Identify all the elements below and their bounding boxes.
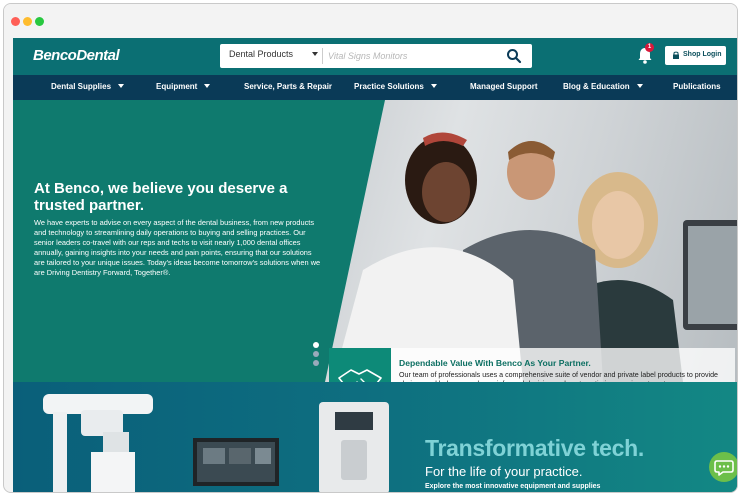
promo-tagline[interactable]: Explore the most innovative equipment an… <box>425 483 600 490</box>
minimize-window-button[interactable] <box>23 17 32 26</box>
search-icon[interactable] <box>506 48 522 64</box>
notifications-button[interactable]: 1 <box>636 43 654 65</box>
nav-label: Managed Support <box>470 82 538 91</box>
search-category-select[interactable]: Dental Products <box>229 49 293 59</box>
nav-label: Dental Supplies <box>51 82 112 91</box>
nav-label: Publications <box>673 82 721 91</box>
nav-item-dental-supplies[interactable]: Dental Supplies <box>51 82 125 91</box>
nav-item-service-parts-repair[interactable]: Service, Parts & Repair <box>244 82 332 91</box>
site-header: BencoDental Dental Products 1 <box>13 38 737 75</box>
hero-title: At Benco, we believe you deserve a trust… <box>34 180 288 214</box>
equipment-image <box>43 394 389 492</box>
main-nav: Dental Supplies Equipment Service, Parts… <box>13 75 737 100</box>
partner-callout: Dependable Value With Benco As Your Part… <box>329 348 735 382</box>
lock-icon <box>673 51 679 59</box>
browser-window: BencoDental Dental Products 1 <box>3 3 738 493</box>
chat-button[interactable] <box>709 452 737 482</box>
hero-body: We have experts to advise on every aspec… <box>34 218 321 277</box>
title-bar <box>4 4 737 38</box>
chevron-down-icon <box>118 84 125 88</box>
nav-item-equipment[interactable]: Equipment <box>156 82 211 91</box>
chat-icon <box>714 460 734 476</box>
zoom-window-button[interactable] <box>35 17 44 26</box>
shop-login-button[interactable]: Shop Login <box>665 46 726 65</box>
search-divider <box>322 48 323 64</box>
hero-carousel: At Benco, we believe you deserve a trust… <box>13 100 737 382</box>
nav-item-blog-education[interactable]: Blog & Education <box>563 82 643 91</box>
nav-label: Practice Solutions <box>354 82 424 91</box>
nav-label: Service, Parts & Repair <box>244 82 333 91</box>
nav-item-practice-solutions[interactable]: Practice Solutions <box>354 82 437 91</box>
carousel-dot-3[interactable] <box>313 360 319 366</box>
chevron-down-icon <box>204 84 211 88</box>
chevron-down-icon <box>636 84 643 88</box>
search-input[interactable] <box>328 48 498 64</box>
promo-subtitle: For the life of your practice. <box>425 464 583 479</box>
promo-title: Transformative tech. <box>425 435 644 461</box>
page-viewport: BencoDental Dental Products 1 <box>13 38 737 492</box>
carousel-dot-2[interactable] <box>313 351 319 357</box>
callout-text: Our team of professionals uses a compreh… <box>399 371 719 382</box>
close-window-button[interactable] <box>11 17 20 26</box>
callout-title: Dependable Value With Benco As Your Part… <box>399 358 591 368</box>
chevron-down-icon <box>430 84 437 88</box>
search-bar: Dental Products <box>220 44 532 68</box>
handshake-icon <box>338 369 382 382</box>
nav-label: Equipment <box>156 82 198 91</box>
benco-logo[interactable]: BencoDental <box>33 47 120 64</box>
callout-icon-box <box>329 348 391 382</box>
carousel-dot-1[interactable] <box>313 342 319 348</box>
chevron-down-icon[interactable] <box>312 52 318 56</box>
callout-text-box: Dependable Value With Benco As Your Part… <box>391 348 735 382</box>
notification-badge: 1 <box>645 43 654 52</box>
nav-item-managed-support[interactable]: Managed Support <box>470 82 538 91</box>
nav-item-publications[interactable]: Publications <box>673 82 721 91</box>
nav-label: Blog & Education <box>563 82 630 91</box>
transformative-tech-banner: Transformative tech. For the life of you… <box>13 382 737 492</box>
shop-login-label: Shop Login <box>683 51 722 58</box>
